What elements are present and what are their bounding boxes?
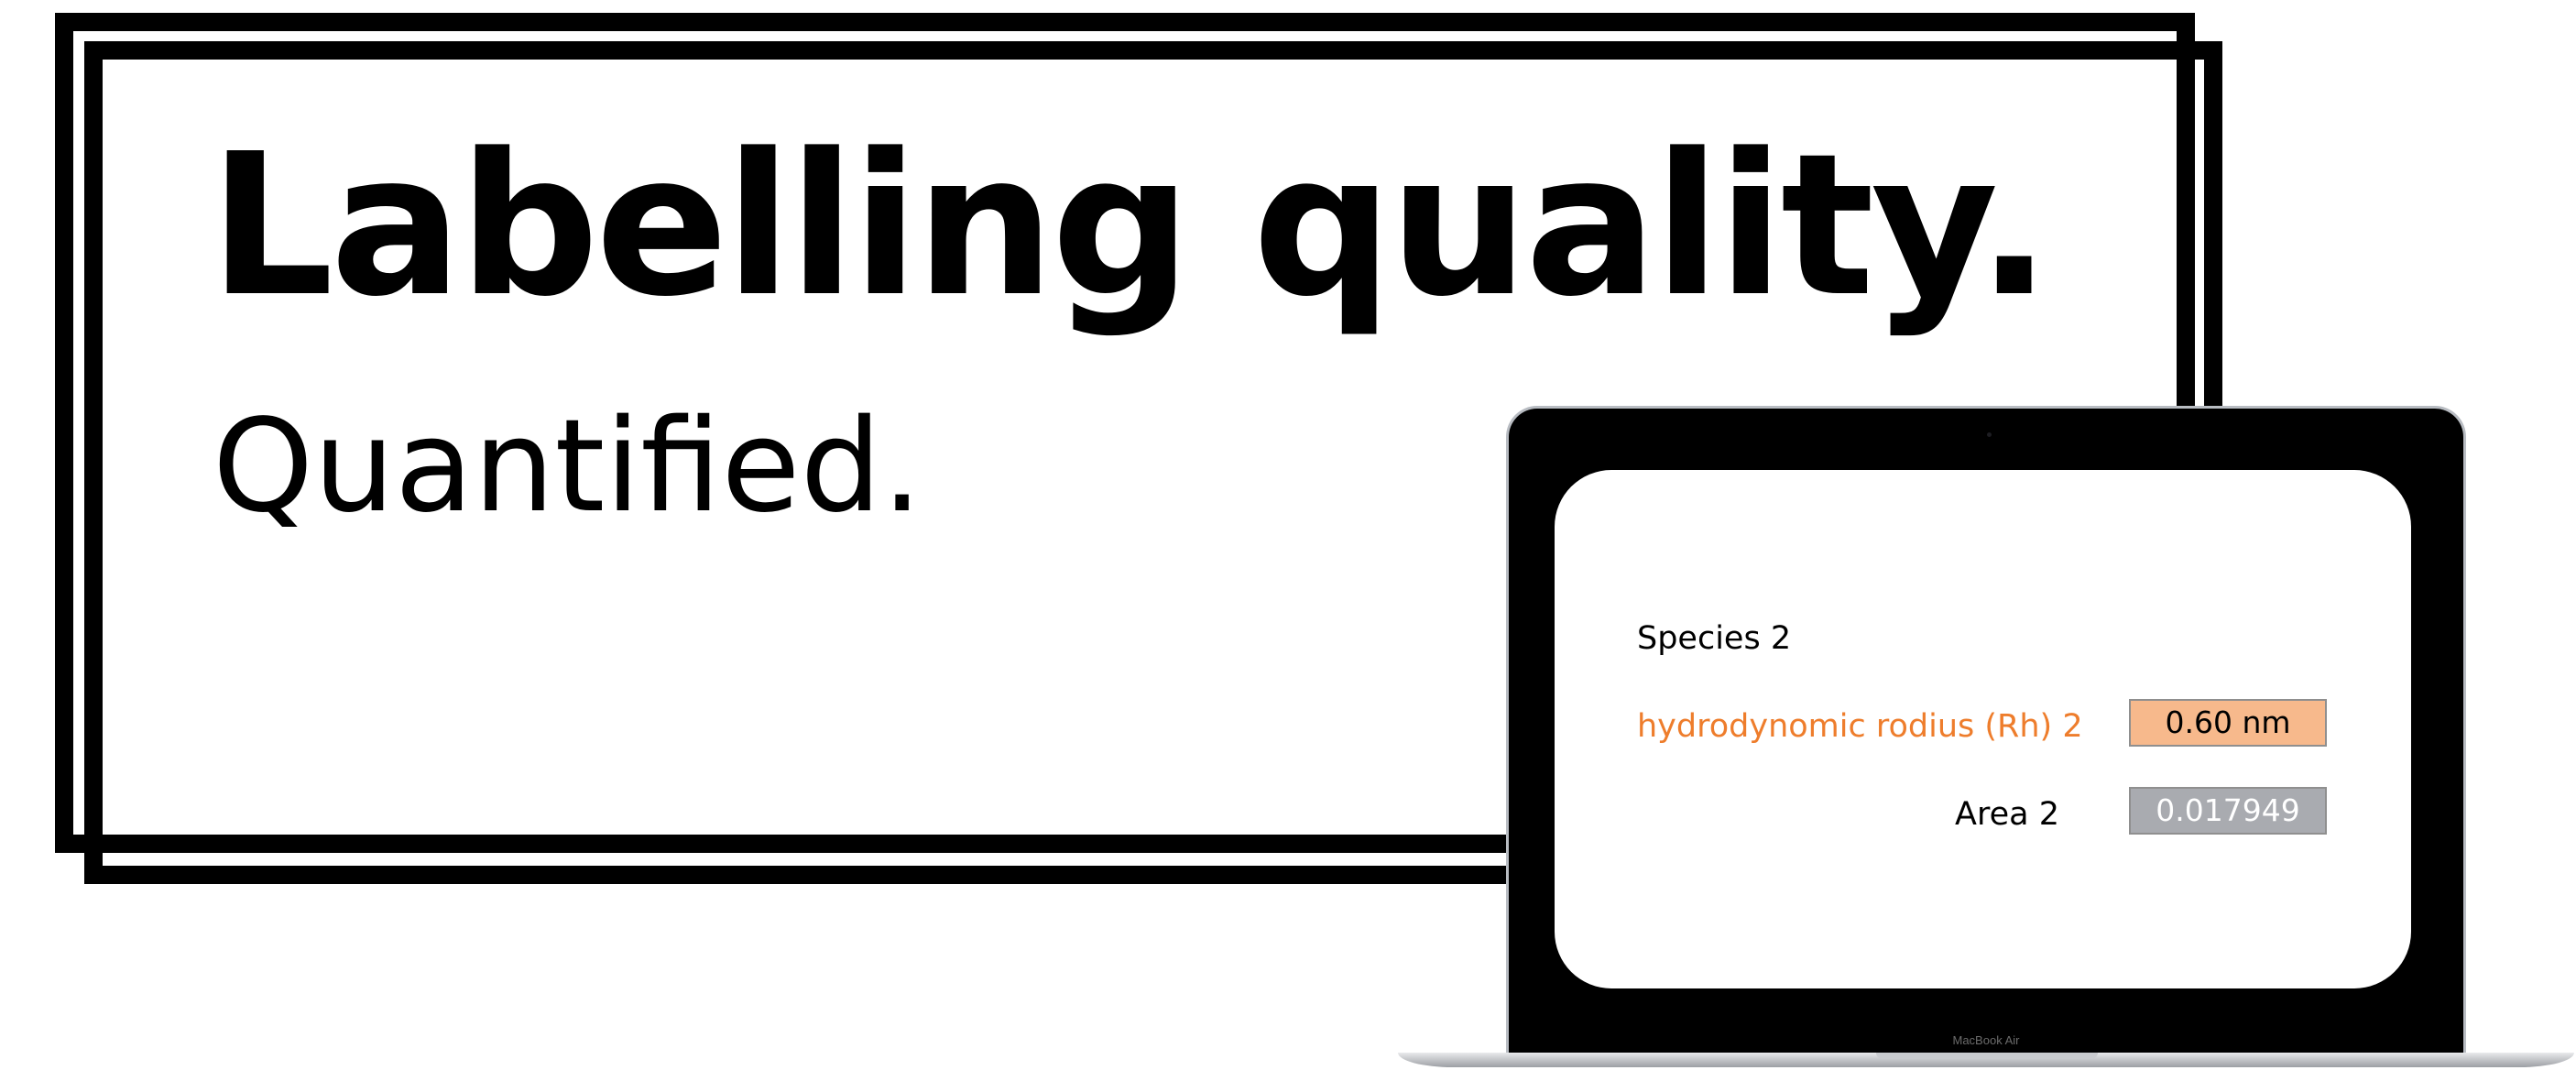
area-value-field: 0.017949: [2129, 787, 2327, 835]
headline: Labelling quality.: [209, 112, 2051, 340]
laptop-screen: Species 2 hydrodynomic rodius (Rh) 2 0.6…: [1555, 470, 2411, 988]
camera-icon: [1987, 432, 1992, 437]
species-label: Species 2: [1637, 620, 1792, 657]
laptop-brand-label: MacBook Air: [1952, 1033, 2020, 1047]
laptop-base-notch: [1876, 1053, 2098, 1059]
rh-value-field: 0.60 nm: [2129, 699, 2327, 747]
subheadline: Quantified.: [213, 392, 922, 541]
rh-label: hydrodynomic rodius (Rh) 2: [1637, 708, 2083, 745]
area-label: Area 2: [1955, 796, 2059, 833]
laptop-mockup: Species 2 hydrodynomic rodius (Rh) 2 0.6…: [1398, 406, 2574, 1067]
